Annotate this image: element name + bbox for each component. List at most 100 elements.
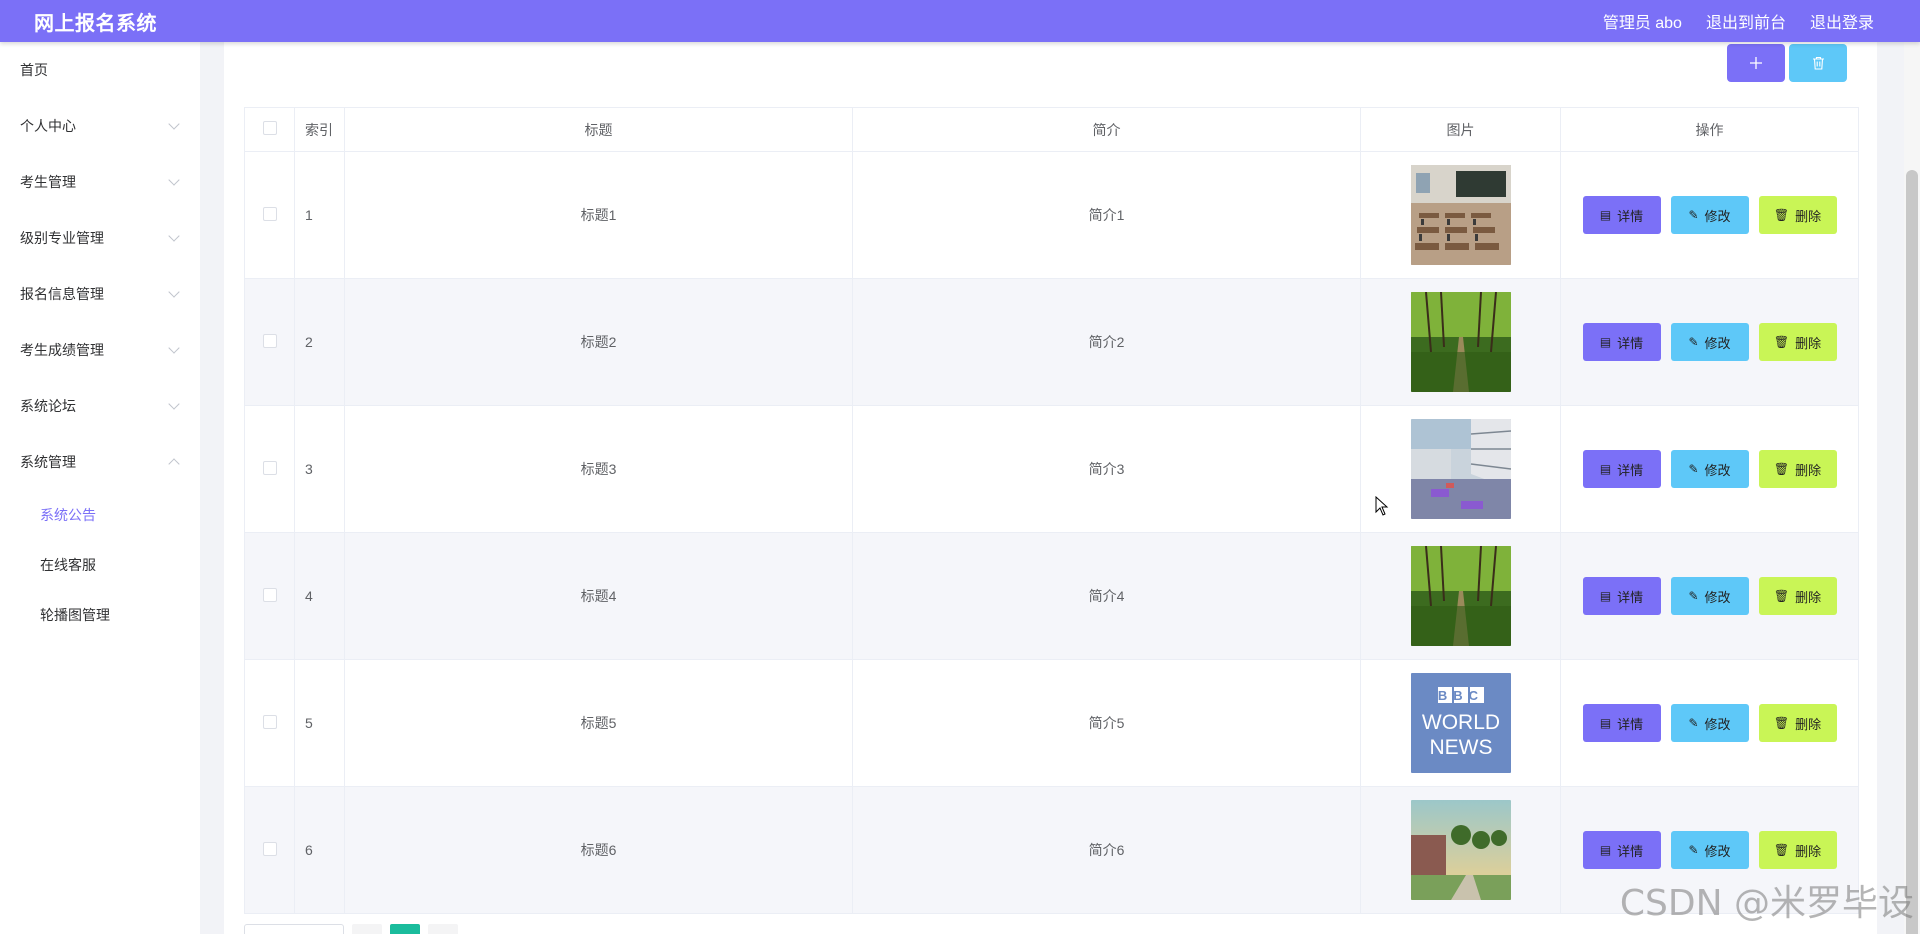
detail-button[interactable]: ▤ 详情 <box>1582 450 1661 488</box>
row-title: 标题3 <box>344 405 853 533</box>
delete-button[interactable]: 🗑 删除 <box>1758 323 1837 361</box>
document-icon: ▤ <box>1599 335 1612 349</box>
delete-button[interactable]: 🗑 删除 <box>1758 577 1837 615</box>
detail-button[interactable]: ▤ 详情 <box>1582 704 1661 742</box>
trash-icon <box>1812 56 1824 70</box>
edit-button[interactable]: ✎ 修改 <box>1670 323 1749 361</box>
campus-sunset-image[interactable] <box>1410 800 1511 900</box>
row-title: 标题1 <box>344 151 853 279</box>
batch-delete-button[interactable] <box>1789 44 1847 82</box>
table-row: 2 标题2 简介2 ▤ 详情 ✎ 修改 🗑 删除 <box>244 278 1859 406</box>
sidebar-item-personal-center[interactable]: 个人中心 <box>0 98 200 154</box>
mouse-cursor-icon <box>1375 496 1389 516</box>
edit-button-label: 修改 <box>1704 589 1731 605</box>
delete-button[interactable]: 🗑 删除 <box>1758 704 1837 742</box>
sidebar-item-label: 报名信息管理 <box>20 286 104 302</box>
chevron-down-icon <box>168 230 180 242</box>
sidebar-item-home[interactable]: 首页 <box>0 42 200 98</box>
pagination <box>244 924 458 934</box>
sidebar-item-candidate-management[interactable]: 考生管理 <box>0 154 200 210</box>
row-title: 标题2 <box>344 278 853 406</box>
bbc-world-news-image[interactable]: BBC WORLD NEWS <box>1410 673 1511 773</box>
row-checkbox[interactable] <box>262 714 277 729</box>
row-title: 标题5 <box>344 659 853 787</box>
row-index: 2 <box>294 278 345 406</box>
detail-button[interactable]: ▤ 详情 <box>1582 831 1661 869</box>
edit-button[interactable]: ✎ 修改 <box>1670 831 1749 869</box>
sidebar-item-label: 考生管理 <box>20 174 76 190</box>
table-row: 6 标题6 简介6 ▤ 详情 ✎ 修改 🗑 删除 <box>244 786 1859 914</box>
add-button[interactable] <box>1727 44 1785 82</box>
current-user: 管理员 abo <box>1602 15 1682 32</box>
pencil-icon: ✎ <box>1688 335 1699 349</box>
select-all-checkbox[interactable] <box>262 121 277 135</box>
submenu-item-carousel-management[interactable]: 轮播图管理 <box>0 590 200 640</box>
row-checkbox[interactable] <box>262 333 277 348</box>
campus-building-image[interactable] <box>1410 419 1511 519</box>
prev-page-button[interactable] <box>352 924 382 934</box>
vertical-scrollbar[interactable] <box>1904 42 1920 934</box>
sidebar-item-system-management[interactable]: 系统管理 <box>0 434 200 490</box>
document-icon: ▤ <box>1599 208 1612 222</box>
exit-to-front-link[interactable]: 退出到前台 <box>1706 9 1786 33</box>
delete-button[interactable]: 🗑 删除 <box>1758 196 1837 234</box>
row-checkbox[interactable] <box>262 460 277 475</box>
row-index: 5 <box>294 659 345 787</box>
sidebar-item-forum[interactable]: 系统论坛 <box>0 378 200 434</box>
row-summary: 简介4 <box>852 532 1361 660</box>
column-header-image: 图片 <box>1360 107 1561 152</box>
plus-icon <box>1750 57 1762 69</box>
chevron-up-icon <box>168 458 180 470</box>
row-summary: 简介2 <box>852 278 1361 406</box>
delete-button[interactable]: 🗑 删除 <box>1758 450 1837 488</box>
classroom-image[interactable] <box>1410 165 1511 265</box>
document-icon: ▤ <box>1599 843 1612 857</box>
row-title: 标题4 <box>344 532 853 660</box>
trash-icon: 🗑 <box>1773 462 1790 476</box>
next-page-button[interactable] <box>428 924 458 934</box>
document-icon: ▤ <box>1599 716 1612 730</box>
submenu-item-announcements[interactable]: 系统公告 <box>0 490 200 540</box>
table-row: 5 标题5 简介5 BBC WORLD NEWS ▤ 详情 ✎ 修改 🗑 删除 <box>244 659 1859 787</box>
edit-button-label: 修改 <box>1704 716 1731 732</box>
row-checkbox[interactable] <box>262 841 277 856</box>
edit-button-label: 修改 <box>1704 462 1731 478</box>
select-all-cell <box>244 107 295 152</box>
edit-button[interactable]: ✎ 修改 <box>1670 577 1749 615</box>
sidebar-item-registration-management[interactable]: 报名信息管理 <box>0 266 200 322</box>
forest-path-image[interactable] <box>1410 292 1511 392</box>
column-header-summary: 简介 <box>852 107 1361 152</box>
edit-button[interactable]: ✎ 修改 <box>1670 704 1749 742</box>
delete-button[interactable]: 🗑 删除 <box>1758 831 1837 869</box>
watermark: CSDN @米罗毕设 <box>1619 883 1914 924</box>
row-summary: 简介5 <box>852 659 1361 787</box>
detail-button[interactable]: ▤ 详情 <box>1582 196 1661 234</box>
detail-button[interactable]: ▤ 详情 <box>1582 323 1661 361</box>
detail-button-label: 详情 <box>1617 843 1644 859</box>
logout-link[interactable]: 退出登录 <box>1810 9 1874 33</box>
row-checkbox[interactable] <box>262 587 277 602</box>
sidebar-item-level-major-management[interactable]: 级别专业管理 <box>0 210 200 266</box>
edit-button[interactable]: ✎ 修改 <box>1670 196 1749 234</box>
announcement-table: 索引 标题 简介 图片 操作 1 标题1 简介1 ▤ 详情 ✎ 修改 🗑 删除 … <box>244 107 1859 914</box>
page-number-button[interactable] <box>390 924 420 934</box>
sidebar-item-score-management[interactable]: 考生成绩管理 <box>0 322 200 378</box>
row-summary: 简介1 <box>852 151 1361 279</box>
sidebar-item-label: 级别专业管理 <box>20 230 104 246</box>
sidebar-item-label: 个人中心 <box>20 118 76 134</box>
scrollbar-thumb[interactable] <box>1906 170 1918 934</box>
forest-path-image[interactable] <box>1410 546 1511 646</box>
row-summary: 简介6 <box>852 786 1361 914</box>
sidebar: 首页 个人中心 考生管理 级别专业管理 报名信息管理 考生成绩管理 系统论坛 系… <box>0 42 200 934</box>
delete-button-label: 删除 <box>1795 589 1822 605</box>
document-icon: ▤ <box>1599 462 1612 476</box>
page-size-select[interactable] <box>244 924 344 934</box>
sidebar-item-label: 考生成绩管理 <box>20 342 104 358</box>
table-header-row: 索引 标题 简介 图片 操作 <box>244 107 1859 152</box>
submenu-item-online-service[interactable]: 在线客服 <box>0 540 200 590</box>
detail-button[interactable]: ▤ 详情 <box>1582 577 1661 615</box>
detail-button-label: 详情 <box>1617 335 1644 351</box>
edit-button[interactable]: ✎ 修改 <box>1670 450 1749 488</box>
row-checkbox[interactable] <box>262 206 277 221</box>
delete-button-label: 删除 <box>1795 208 1822 224</box>
